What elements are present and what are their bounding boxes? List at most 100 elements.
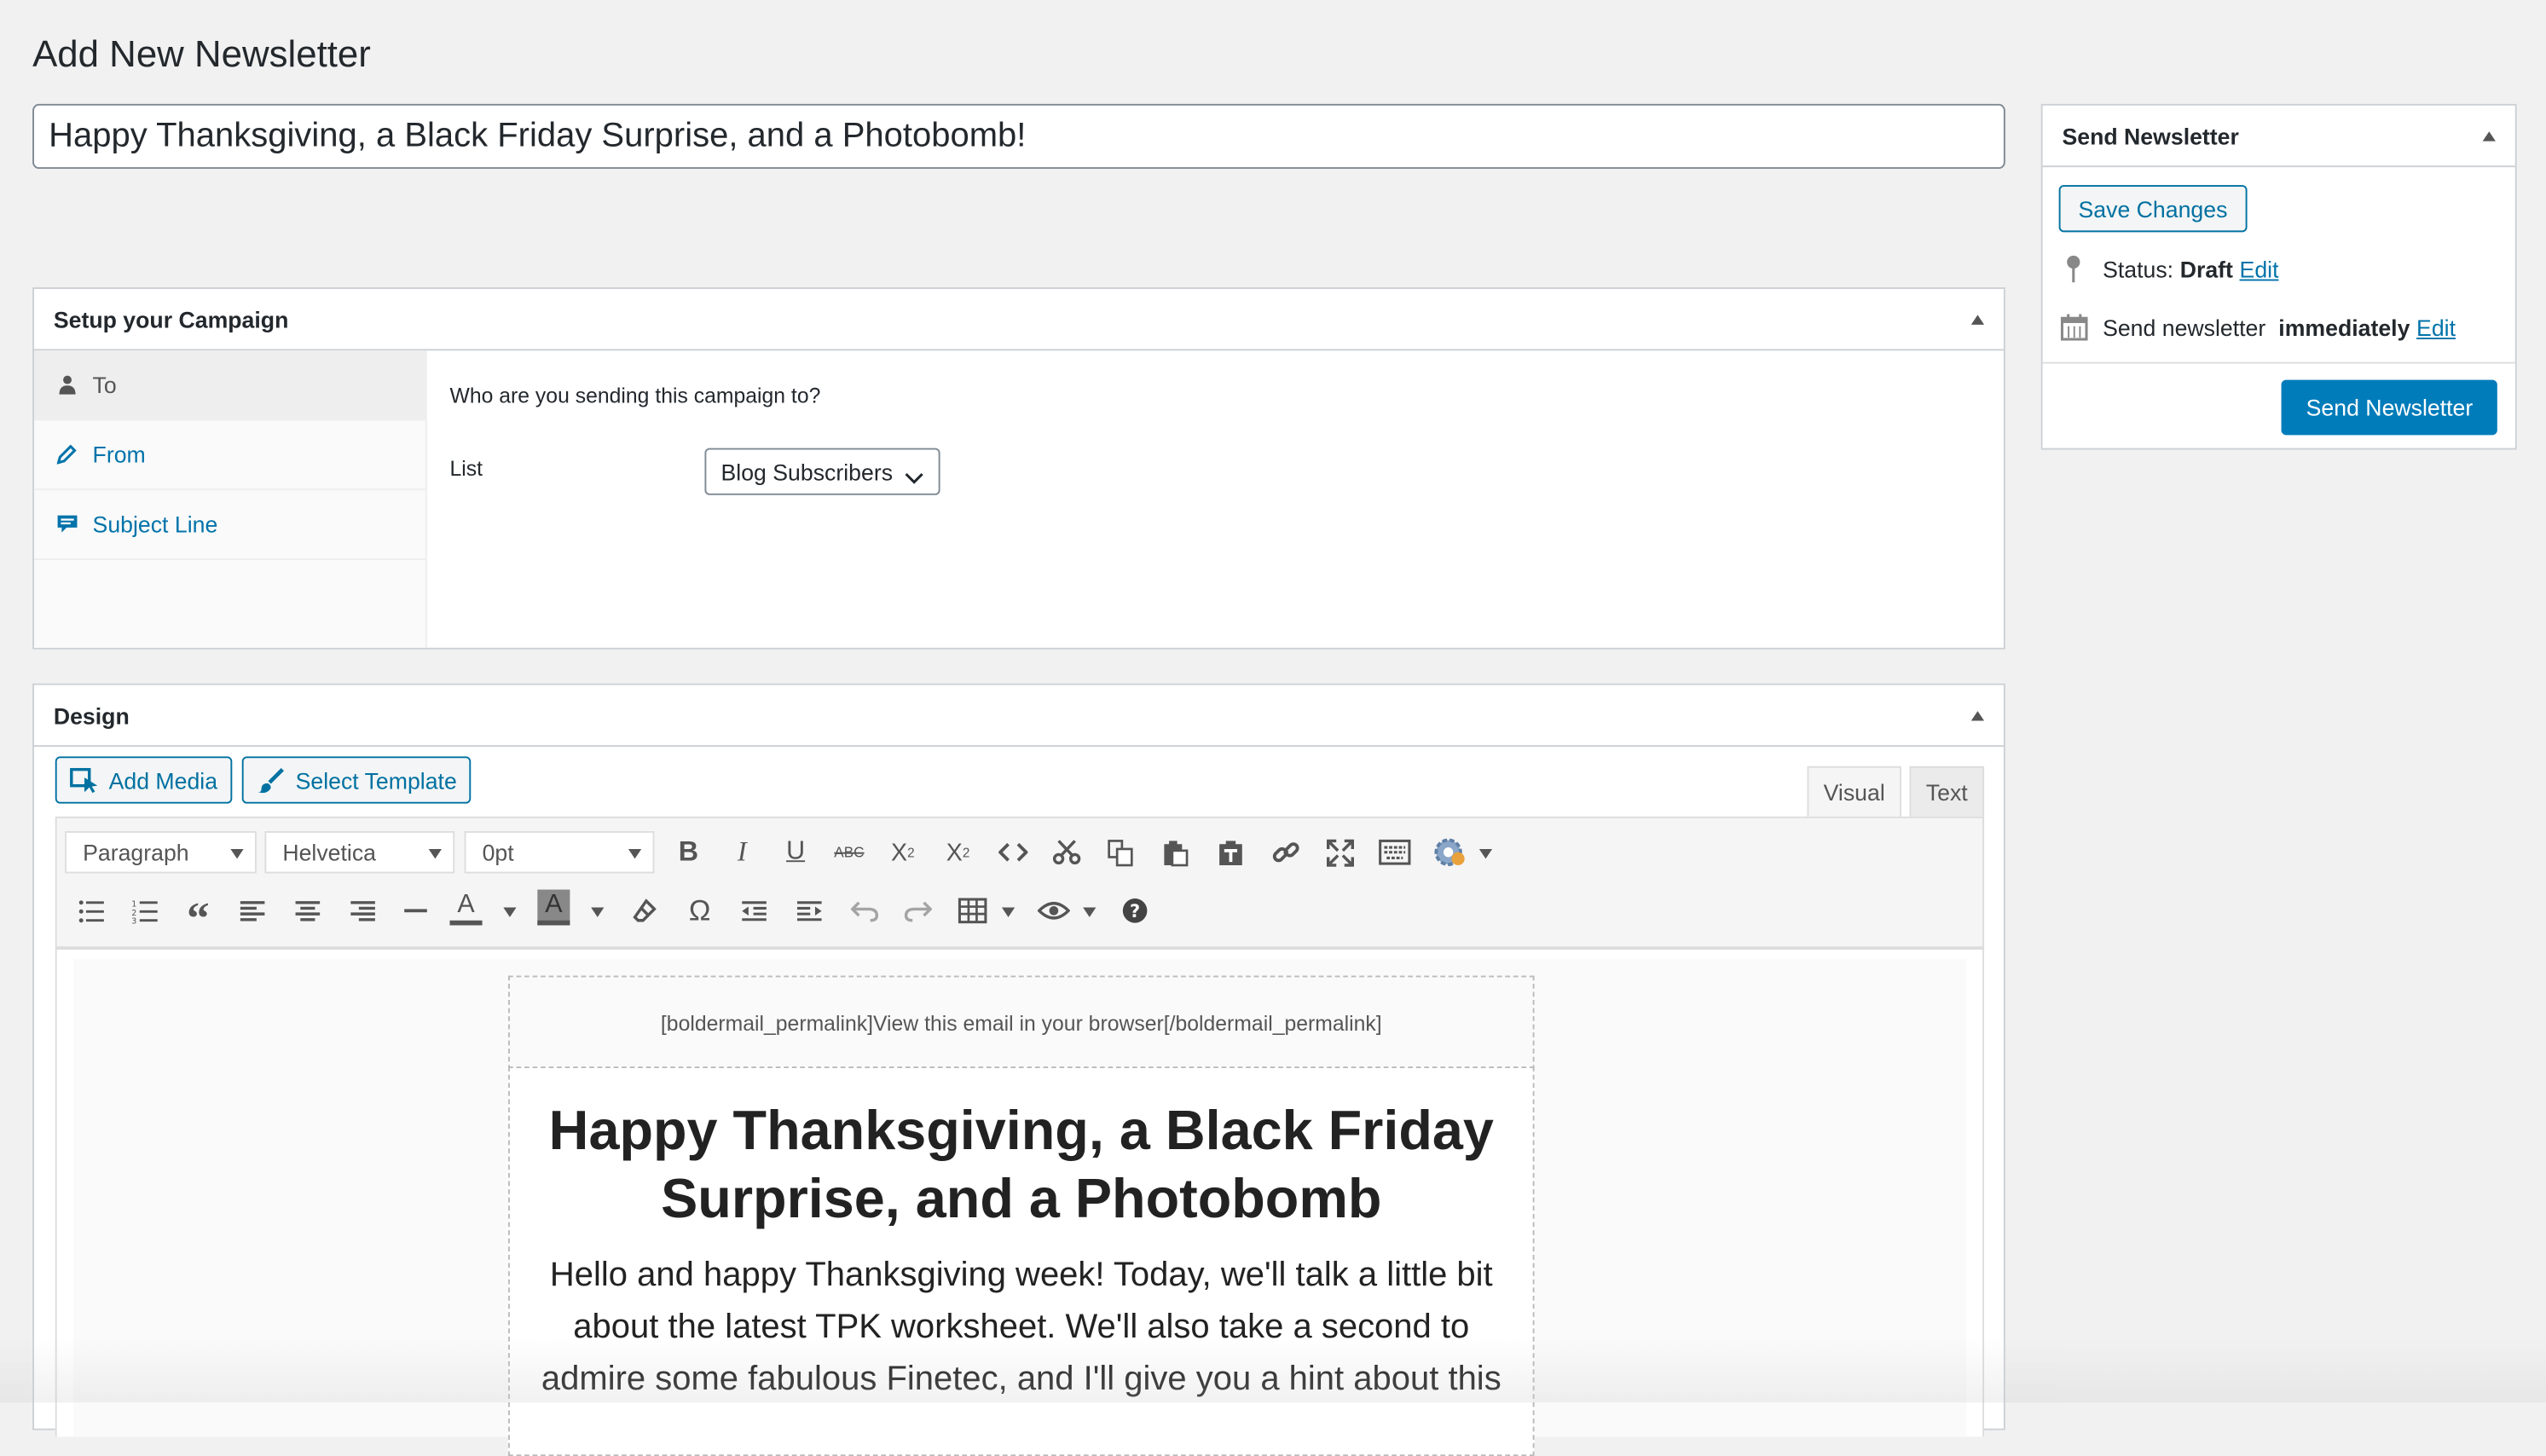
recipient-question: Who are you sending this campaign to?	[449, 383, 821, 407]
newsletter-title-input[interactable]	[32, 103, 2005, 170]
status-value: Draft	[2179, 255, 2233, 282]
tab-from[interactable]: From	[33, 420, 425, 491]
tab-subject-line[interactable]: Subject Line	[33, 490, 425, 560]
status-edit-link[interactable]: Edit	[2240, 256, 2279, 281]
bullet-list-icon[interactable]	[70, 890, 113, 933]
email-body-block[interactable]: Happy Thanksgiving, a Black Friday Surpr…	[508, 1066, 1535, 1456]
link-icon[interactable]	[1264, 831, 1307, 874]
tab-to-label: To	[92, 372, 117, 398]
chevron-down-icon	[905, 465, 924, 490]
person-icon	[54, 375, 79, 395]
table-icon[interactable]	[952, 890, 994, 933]
setup-campaign-heading: Setup your Campaign	[53, 305, 289, 332]
pencil-icon	[54, 444, 79, 465]
setup-campaign-header[interactable]: Setup your Campaign	[33, 289, 2004, 351]
copy-icon[interactable]	[1099, 831, 1142, 874]
schedule-prefix: Send newsletter	[2103, 314, 2272, 340]
outdent-icon[interactable]	[732, 890, 775, 933]
align-right-icon[interactable]	[341, 890, 384, 933]
settings-gear-icon[interactable]	[1429, 831, 1472, 874]
schedule-edit-link[interactable]: Edit	[2416, 314, 2456, 339]
editor-content-area[interactable]: [boldermail_permalink]View this email in…	[55, 950, 1985, 1456]
tab-subject-line-label: Subject Line	[92, 511, 218, 538]
campaign-tabs: To From Subject Line	[33, 350, 427, 648]
setup-content: Who are you sending this campaign to? Li…	[449, 350, 2003, 647]
settings-dropdown-arrow[interactable]	[1478, 848, 1493, 859]
save-changes-button[interactable]: Save Changes	[2058, 185, 2248, 233]
list-label: List	[449, 456, 483, 481]
font-size-select[interactable]: 0pt	[464, 831, 655, 874]
svg-text:1: 1	[130, 899, 136, 909]
brush-icon	[257, 767, 286, 793]
subscript-icon[interactable]: X2	[937, 831, 980, 874]
redo-icon[interactable]	[896, 890, 939, 933]
svg-text:3: 3	[130, 916, 136, 923]
list-select[interactable]: Blog Subscribers	[704, 448, 940, 495]
preview-dropdown-arrow[interactable]	[1083, 907, 1097, 917]
design-heading: Design	[53, 702, 130, 729]
text-color-icon[interactable]: A	[449, 890, 483, 926]
pin-icon	[2059, 255, 2088, 283]
background-color-icon[interactable]: A	[537, 889, 570, 926]
collapse-arrow-icon[interactable]	[1970, 314, 1985, 324]
fullscreen-icon[interactable]	[1318, 831, 1361, 874]
paste-text-icon[interactable]	[1210, 831, 1253, 874]
email-canvas: [boldermail_permalink]View this email in…	[72, 959, 1967, 1456]
email-header-block[interactable]: [boldermail_permalink]View this email in…	[508, 975, 1535, 1070]
toolbar-toggle-icon[interactable]	[1374, 831, 1416, 874]
underline-icon[interactable]: U	[774, 831, 817, 874]
design-box: Design Add Media Select Template Visual …	[32, 683, 2005, 1456]
clear-formatting-icon[interactable]	[623, 890, 666, 933]
blockquote-icon[interactable]: “	[177, 890, 220, 945]
italic-icon[interactable]: I	[721, 831, 764, 874]
bold-icon[interactable]: B	[668, 831, 710, 874]
comment-icon	[54, 515, 79, 534]
tab-from-label: From	[92, 441, 146, 468]
format-select[interactable]: Paragraph	[65, 831, 257, 874]
strikethrough-icon[interactable]: ABC	[828, 831, 871, 874]
send-newsletter-box: Send Newsletter Save Changes Status: Dra…	[2040, 103, 2517, 450]
font-size-select-value: 0pt	[482, 839, 514, 865]
superscript-icon[interactable]: X2	[882, 831, 924, 874]
align-center-icon[interactable]	[286, 890, 328, 933]
send-newsletter-header[interactable]: Send Newsletter	[2042, 106, 2515, 168]
numbered-list-icon[interactable]: 123	[124, 890, 166, 933]
tab-visual[interactable]: Visual	[1807, 766, 1901, 817]
select-template-button[interactable]: Select Template	[241, 756, 472, 804]
list-select-value: Blog Subscribers	[720, 458, 894, 485]
undo-icon[interactable]	[842, 890, 885, 933]
select-template-label: Select Template	[295, 766, 457, 794]
paste-icon[interactable]	[1154, 831, 1197, 874]
format-select-value: Paragraph	[83, 839, 189, 865]
send-actions: Send Newsletter	[2042, 361, 2515, 448]
schedule-row: Send newsletter immediately Edit	[2059, 314, 2456, 341]
svg-text:?: ?	[1130, 901, 1140, 922]
email-intro-text: Hello and happy Thanksgiving week! Today…	[541, 1256, 1502, 1398]
cut-icon[interactable]	[1045, 831, 1088, 874]
font-select[interactable]: Helvetica	[264, 831, 455, 874]
horizontal-line-icon[interactable]	[395, 890, 437, 933]
collapse-arrow-icon[interactable]	[2482, 130, 2496, 141]
page-title: Add New Newsletter	[32, 32, 371, 75]
indent-icon[interactable]	[788, 890, 830, 933]
schedule-value: immediately	[2278, 314, 2410, 340]
preview-eye-icon[interactable]	[1033, 890, 1075, 933]
help-icon[interactable]: ?	[1114, 890, 1156, 933]
add-media-label: Add Media	[108, 766, 218, 794]
tab-text[interactable]: Text	[1909, 766, 1985, 817]
collapse-arrow-icon[interactable]	[1970, 710, 1985, 720]
add-media-button[interactable]: Add Media	[55, 756, 233, 804]
page-canvas: Add New Newsletter Setup your Campaign T…	[0, 0, 2546, 1456]
special-character-icon[interactable]: Ω	[679, 890, 721, 933]
email-title: Happy Thanksgiving, a Black Friday Surpr…	[548, 1101, 1494, 1231]
calendar-icon	[2059, 314, 2088, 341]
design-header[interactable]: Design	[33, 685, 2004, 747]
text-color-dropdown-arrow[interactable]	[503, 907, 517, 917]
tab-to[interactable]: To	[33, 350, 425, 421]
background-color-dropdown-arrow[interactable]	[591, 907, 605, 917]
email-header-text: [boldermail_permalink]View this email in…	[660, 1010, 1382, 1035]
code-icon[interactable]	[992, 831, 1035, 874]
table-dropdown-arrow[interactable]	[1001, 907, 1016, 917]
send-newsletter-button[interactable]: Send Newsletter	[2282, 379, 2497, 436]
align-left-icon[interactable]	[230, 890, 273, 933]
